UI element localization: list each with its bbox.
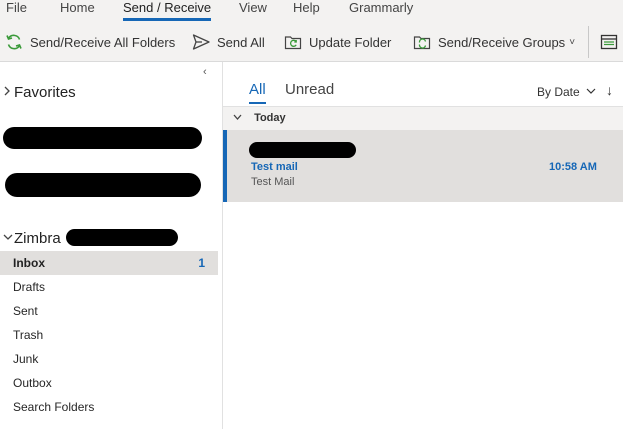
collapse-pane-icon[interactable]: ‹ bbox=[203, 66, 207, 78]
favorites-header[interactable]: Favorites bbox=[2, 84, 76, 101]
message-row[interactable]: Test mail 10:58 AM Test Mail bbox=[223, 130, 623, 202]
layout-button[interactable] bbox=[598, 31, 623, 53]
tab-home[interactable]: Home bbox=[60, 0, 95, 22]
chevron-down-icon: ˅ bbox=[569, 36, 576, 48]
send-all-button[interactable]: Send All bbox=[190, 31, 265, 53]
folder-junk[interactable]: Junk bbox=[0, 347, 218, 371]
message-time: 10:58 AM bbox=[549, 161, 597, 173]
account-header[interactable]: Zimbra bbox=[2, 230, 61, 247]
folder-outbox[interactable]: Outbox bbox=[0, 371, 218, 395]
send-receive-all-folders-label: Send/Receive All Folders bbox=[30, 34, 176, 50]
redacted-sender bbox=[249, 142, 356, 158]
layout-icon bbox=[598, 31, 620, 53]
ribbon-separator bbox=[588, 26, 589, 58]
folder-label: Outbox bbox=[13, 376, 52, 390]
tab-grammarly[interactable]: Grammarly bbox=[349, 0, 413, 22]
redacted-block bbox=[3, 127, 202, 149]
folder-inbox[interactable]: Inbox 1 bbox=[0, 251, 218, 275]
tab-file[interactable]: File bbox=[6, 0, 27, 22]
tab-view[interactable]: View bbox=[239, 0, 267, 22]
ribbon-commands: Send/Receive All Folders Send All Update… bbox=[0, 22, 623, 62]
tab-view-label: View bbox=[239, 0, 267, 15]
selection-indicator bbox=[223, 130, 227, 202]
filter-tab-label: Unread bbox=[285, 81, 335, 98]
update-folder-icon bbox=[282, 31, 304, 53]
chevron-down-icon bbox=[2, 232, 13, 245]
favorites-label: Favorites bbox=[14, 84, 76, 101]
account-label: Zimbra bbox=[14, 230, 61, 247]
update-folder-label: Update Folder bbox=[309, 34, 392, 50]
filter-tab-label: All bbox=[249, 81, 266, 98]
redacted-block bbox=[5, 173, 201, 197]
folder-label: Search Folders bbox=[13, 400, 95, 414]
filter-tab-all[interactable]: All bbox=[249, 81, 266, 104]
tab-help[interactable]: Help bbox=[293, 0, 320, 22]
folder-drafts[interactable]: Drafts bbox=[0, 275, 218, 299]
chevron-right-icon bbox=[2, 85, 13, 100]
message-list: All Unread By Date ↓ Today Test mail 10:… bbox=[223, 62, 623, 429]
send-all-label: Send All bbox=[217, 34, 265, 50]
group-label: Today bbox=[254, 112, 286, 124]
group-header-today[interactable]: Today bbox=[223, 106, 623, 130]
chevron-down-icon bbox=[233, 108, 251, 130]
unread-count: 1 bbox=[198, 256, 205, 270]
redacted-block bbox=[66, 229, 178, 246]
folder-search-folders[interactable]: Search Folders bbox=[0, 395, 218, 419]
filter-tab-unread[interactable]: Unread bbox=[285, 81, 334, 98]
active-tab-underline bbox=[123, 18, 212, 21]
send-receive-groups-label: Send/Receive Groups bbox=[438, 34, 566, 50]
update-folder-button[interactable]: Update Folder bbox=[282, 31, 391, 53]
sync-groups-icon bbox=[411, 31, 433, 53]
tab-home-label: Home bbox=[60, 0, 95, 15]
message-subject: Test mail bbox=[251, 161, 298, 173]
tab-help-label: Help bbox=[293, 0, 320, 15]
chevron-down-icon bbox=[586, 84, 596, 98]
tab-send-receive[interactable]: Send / Receive bbox=[123, 0, 212, 22]
sort-direction-icon[interactable]: ↓ bbox=[606, 82, 613, 98]
sort-dropdown[interactable]: By Date bbox=[537, 84, 596, 99]
folder-label: Junk bbox=[13, 352, 39, 366]
tab-send-receive-label: Send / Receive bbox=[123, 0, 212, 15]
folder-label: Inbox bbox=[13, 256, 45, 270]
folder-label: Trash bbox=[13, 328, 44, 342]
folder-pane: ‹ Favorites Zimbra Inbox 1 Drafts Sent T… bbox=[0, 62, 218, 429]
sort-label: By Date bbox=[537, 85, 580, 99]
folder-sent[interactable]: Sent bbox=[0, 299, 218, 323]
send-receive-groups-button[interactable]: Send/Receive Groups ˅ bbox=[411, 31, 575, 53]
folder-label: Drafts bbox=[13, 280, 46, 294]
tab-grammarly-label: Grammarly bbox=[349, 0, 414, 15]
message-preview: Test Mail bbox=[251, 176, 295, 188]
folder-label: Sent bbox=[13, 304, 38, 318]
ribbon-tab-bar: File Home Send / Receive View Help Gramm… bbox=[0, 0, 623, 22]
send-receive-all-folders-button[interactable]: Send/Receive All Folders bbox=[3, 31, 175, 53]
tab-file-label: File bbox=[6, 0, 27, 15]
folder-trash[interactable]: Trash bbox=[0, 323, 218, 347]
send-icon bbox=[190, 31, 212, 53]
active-filter-underline bbox=[249, 102, 266, 104]
sync-icon bbox=[3, 31, 25, 53]
